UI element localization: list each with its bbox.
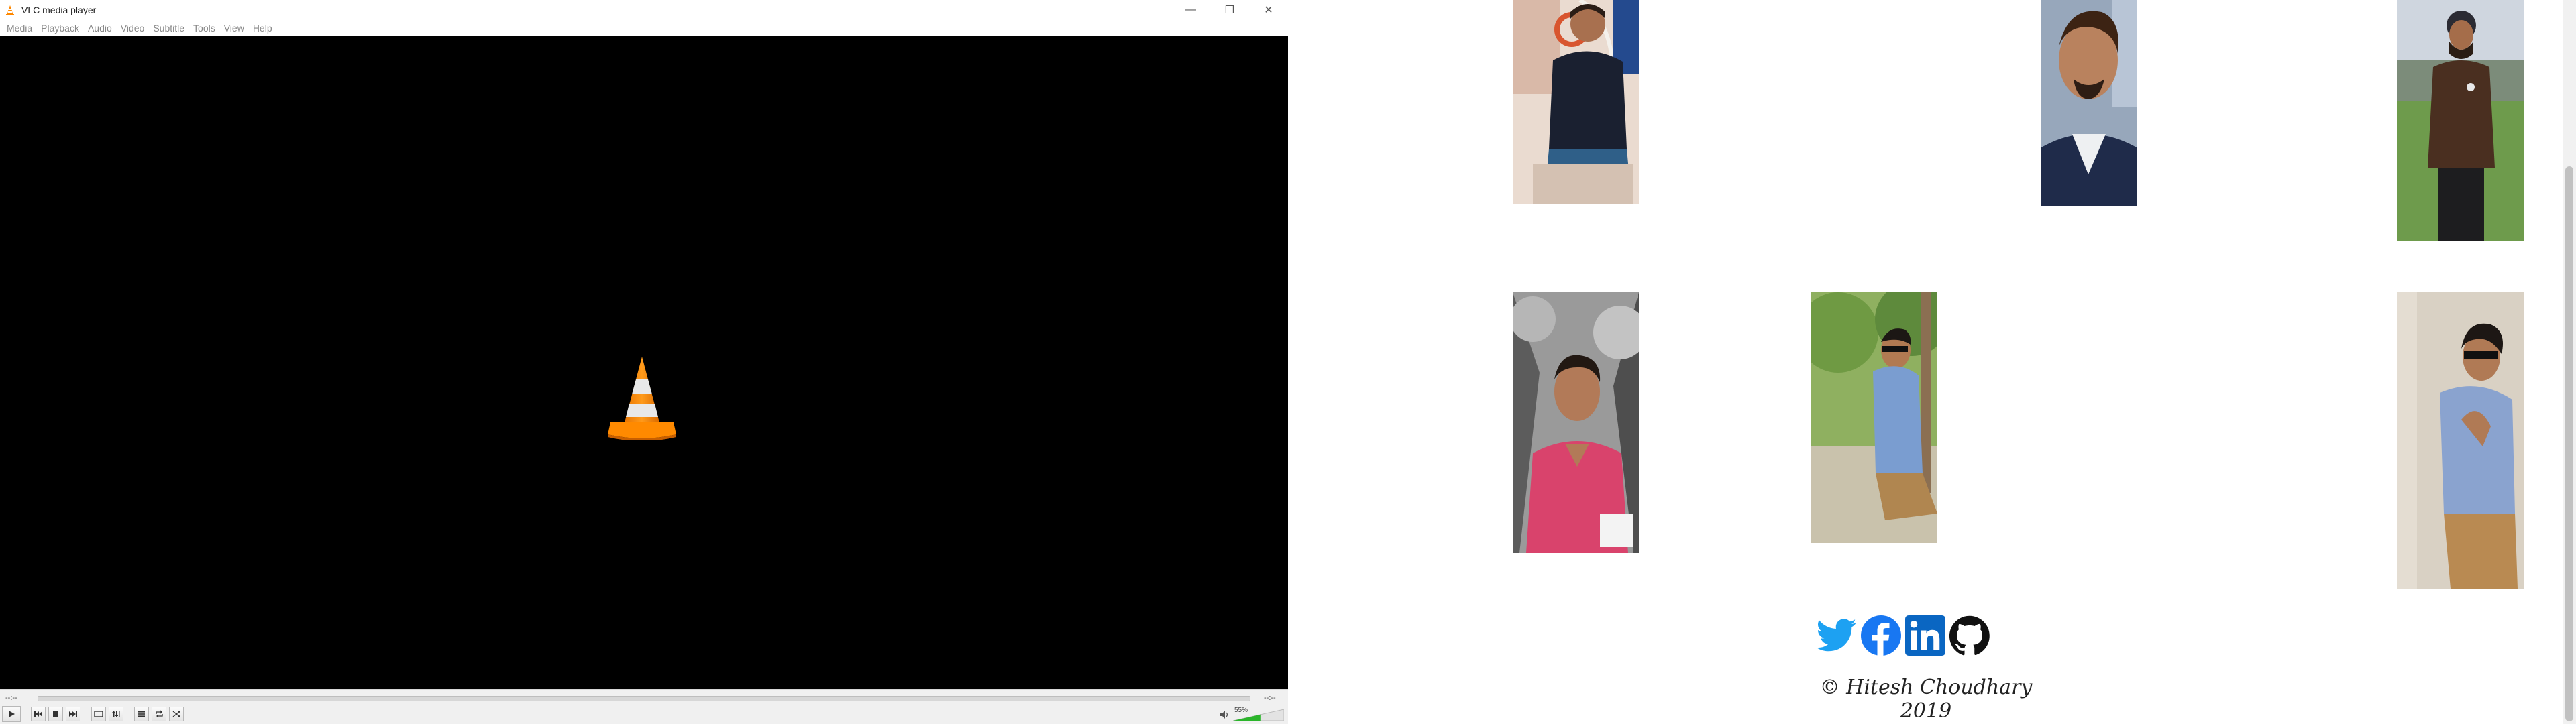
gallery-photo-3[interactable]: [2397, 0, 2524, 241]
portrait-lawn-image: [2397, 0, 2524, 241]
menu-subtitle[interactable]: Subtitle: [150, 23, 191, 34]
shuffle-button[interactable]: [169, 707, 184, 721]
gallery-photo-5[interactable]: [1811, 292, 1937, 543]
stop-button[interactable]: [48, 707, 63, 721]
github-icon: [1949, 615, 1990, 656]
time-elapsed: --:--: [5, 694, 17, 702]
menu-playback[interactable]: Playback: [38, 23, 85, 34]
playlist-icon: [138, 711, 145, 717]
linkedin-link[interactable]: [1904, 614, 1947, 657]
gallery-photo-6[interactable]: [2397, 292, 2524, 589]
window-title: VLC media player: [21, 4, 97, 15]
portrait-outdoor-sunglasses-image: [1811, 292, 1937, 543]
scrollbar-thumb[interactable]: [2565, 166, 2573, 721]
loop-icon: [155, 710, 163, 718]
webpage: © Hitesh Choudhary 2019: [1289, 0, 2576, 724]
gallery-photo-2[interactable]: [2041, 0, 2137, 206]
fullscreen-icon: [94, 711, 103, 717]
portrait-swing-chair-image: [1513, 0, 1639, 204]
menu-audio[interactable]: Audio: [85, 23, 118, 34]
github-link[interactable]: [1948, 614, 1991, 657]
previous-button[interactable]: [31, 707, 46, 721]
loop-button[interactable]: [152, 707, 166, 721]
gallery-photo-1[interactable]: [1513, 0, 1639, 204]
linkedin-icon: [1905, 615, 1945, 656]
shuffle-icon: [172, 711, 180, 717]
portrait-smiling-image: [2041, 0, 2137, 206]
twitter-link[interactable]: [1815, 614, 1858, 657]
copyright-text: © Hitesh Choudhary 2019: [1819, 676, 2033, 723]
facebook-icon: [1861, 615, 1901, 656]
vlc-window: VLC media player — ❐ ✕ Media Playback Au…: [0, 0, 1288, 724]
page-scrollbar[interactable]: [2563, 0, 2576, 724]
playlist-button[interactable]: [134, 707, 149, 721]
next-icon: [69, 711, 77, 717]
facebook-link[interactable]: [1860, 614, 1902, 657]
gallery-photo-4[interactable]: [1513, 292, 1639, 553]
menu-view[interactable]: View: [221, 23, 250, 34]
play-button[interactable]: [2, 706, 21, 722]
speaker-icon[interactable]: [1220, 710, 1229, 719]
portrait-pink-shirt-image: [1513, 292, 1639, 553]
desktop: VLC media player — ❐ ✕ Media Playback Au…: [0, 0, 2576, 724]
twitter-icon: [1817, 619, 1856, 652]
extended-settings-button[interactable]: [109, 707, 123, 721]
menu-tools[interactable]: Tools: [191, 23, 221, 34]
menu-video[interactable]: Video: [118, 23, 151, 34]
previous-icon: [34, 711, 42, 717]
time-total: --:--: [1264, 694, 1276, 702]
vlc-cone-icon: [4, 4, 16, 16]
close-button[interactable]: ✕: [1249, 0, 1288, 19]
fullscreen-button[interactable]: [91, 707, 106, 721]
menu-media[interactable]: Media: [4, 23, 38, 34]
control-panel: --:-- --:-- 55%: [0, 689, 1288, 724]
sliders-icon: [112, 711, 120, 717]
title-bar[interactable]: VLC media player — ❐ ✕: [0, 0, 1288, 19]
minimize-button[interactable]: —: [1171, 0, 1210, 19]
restore-button[interactable]: ❐: [1210, 0, 1249, 19]
vlc-cone-logo-icon: [608, 357, 676, 440]
play-icon: [9, 711, 15, 717]
video-area[interactable]: [0, 36, 1288, 689]
next-button[interactable]: [66, 707, 80, 721]
stop-icon: [53, 711, 58, 717]
menu-bar: Media Playback Audio Video Subtitle Tool…: [0, 19, 1288, 36]
volume-slider[interactable]: [1233, 709, 1284, 721]
portrait-wall-sunglasses-image: [2397, 292, 2524, 589]
seek-bar[interactable]: [38, 696, 1250, 701]
menu-help[interactable]: Help: [250, 23, 278, 34]
